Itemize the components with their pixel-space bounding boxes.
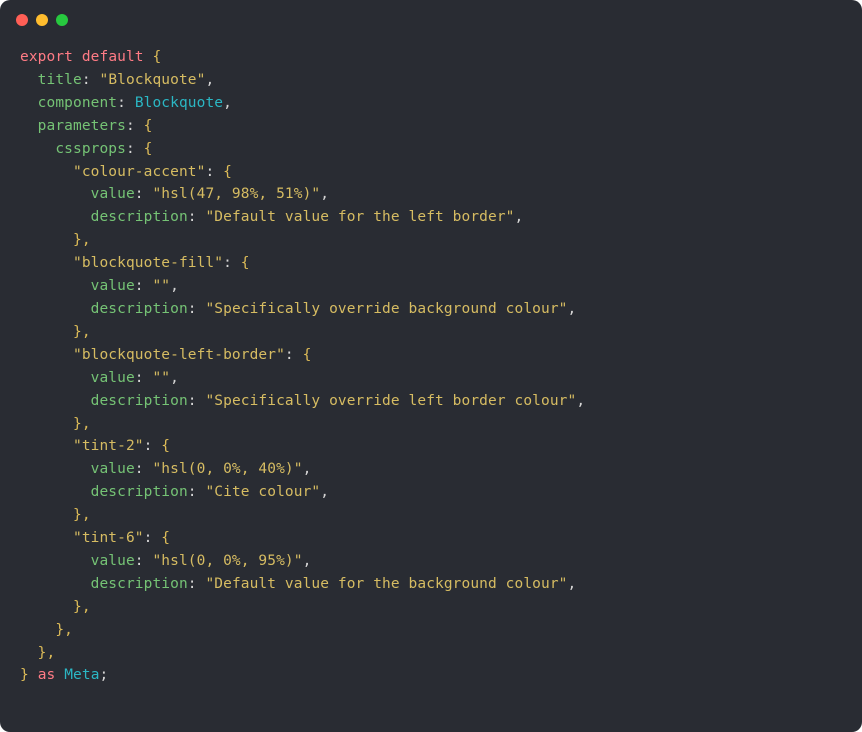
open-brace: { [144, 118, 153, 134]
key-blockquote-fill: "blockquote-fill" [73, 255, 223, 271]
space [73, 49, 82, 65]
prop-description: description [91, 484, 188, 500]
close-brace: }, [73, 324, 91, 340]
close-brace: }, [55, 622, 73, 638]
comma: , [223, 95, 232, 111]
colon: : [285, 347, 303, 363]
string-bf-value: "" [152, 278, 170, 294]
open-brace: { [144, 141, 153, 157]
colon: : [135, 461, 153, 477]
colon: : [144, 530, 162, 546]
minimize-icon[interactable] [36, 14, 48, 26]
colon: : [188, 209, 206, 225]
close-brace: } [20, 667, 29, 683]
colon: : [135, 186, 153, 202]
prop-value: value [91, 553, 135, 569]
string-t6-desc: "Default value for the background colour… [205, 576, 567, 592]
comma: , [170, 370, 179, 386]
string-t2-value: "hsl(0, 0%, 40%)" [152, 461, 302, 477]
colon: : [126, 141, 144, 157]
colon: : [144, 438, 162, 454]
comma: , [320, 484, 329, 500]
prop-value: value [91, 278, 135, 294]
colon: : [205, 164, 223, 180]
colon: : [135, 370, 153, 386]
comma: , [320, 186, 329, 202]
comma: , [170, 278, 179, 294]
colon: : [188, 301, 206, 317]
prop-cssprops: cssprops [55, 141, 126, 157]
comma: , [205, 72, 214, 88]
key-colour-accent: "colour-accent" [73, 164, 205, 180]
string-ca-value: "hsl(47, 98%, 51%)" [152, 186, 320, 202]
comma: , [515, 209, 524, 225]
semicolon: ; [100, 667, 109, 683]
prop-component: component [38, 95, 117, 111]
prop-value: value [91, 461, 135, 477]
space [29, 667, 38, 683]
maximize-icon[interactable] [56, 14, 68, 26]
prop-description: description [91, 301, 188, 317]
string-t2-desc: "Cite colour" [205, 484, 320, 500]
colon: : [188, 484, 206, 500]
comma: , [303, 461, 312, 477]
string-ca-desc: "Default value for the left border" [205, 209, 514, 225]
open-brace: { [303, 347, 312, 363]
colon: : [126, 118, 144, 134]
close-brace: }, [73, 599, 91, 615]
prop-description: description [91, 576, 188, 592]
prop-parameters: parameters [38, 118, 126, 134]
colon: : [135, 278, 153, 294]
key-blockquote-left-border: "blockquote-left-border" [73, 347, 285, 363]
colon: : [117, 95, 135, 111]
open-brace: { [161, 438, 170, 454]
prop-title: title [38, 72, 82, 88]
ident-blockquote: Blockquote [135, 95, 223, 111]
prop-description: description [91, 209, 188, 225]
keyword-as: as [38, 667, 56, 683]
open-brace: { [152, 49, 161, 65]
titlebar [0, 0, 862, 40]
string-bf-desc: "Specifically override background colour… [205, 301, 567, 317]
close-brace: }, [38, 645, 56, 661]
comma: , [567, 301, 576, 317]
string-blb-value: "" [152, 370, 170, 386]
keyword-export: export [20, 49, 73, 65]
string-title: "Blockquote" [100, 72, 206, 88]
key-tint-6: "tint-6" [73, 530, 144, 546]
colon: : [82, 72, 100, 88]
comma: , [576, 393, 585, 409]
comma: , [567, 576, 576, 592]
colon: : [188, 393, 206, 409]
colon: : [223, 255, 241, 271]
comma: , [303, 553, 312, 569]
close-brace: }, [73, 416, 91, 432]
close-brace: }, [73, 232, 91, 248]
code-window: export default { title: "Blockquote", co… [0, 0, 862, 732]
key-tint-2: "tint-2" [73, 438, 144, 454]
open-brace: { [223, 164, 232, 180]
prop-description: description [91, 393, 188, 409]
ident-meta: Meta [64, 667, 99, 683]
close-icon[interactable] [16, 14, 28, 26]
code-content: export default { title: "Blockquote", co… [0, 40, 862, 707]
close-brace: }, [73, 507, 91, 523]
space [55, 667, 64, 683]
colon: : [188, 576, 206, 592]
keyword-default: default [82, 49, 144, 65]
open-brace: { [241, 255, 250, 271]
string-t6-value: "hsl(0, 0%, 95%)" [152, 553, 302, 569]
open-brace: { [161, 530, 170, 546]
colon: : [135, 553, 153, 569]
prop-value: value [91, 370, 135, 386]
string-blb-desc: "Specifically override left border colou… [205, 393, 576, 409]
prop-value: value [91, 186, 135, 202]
